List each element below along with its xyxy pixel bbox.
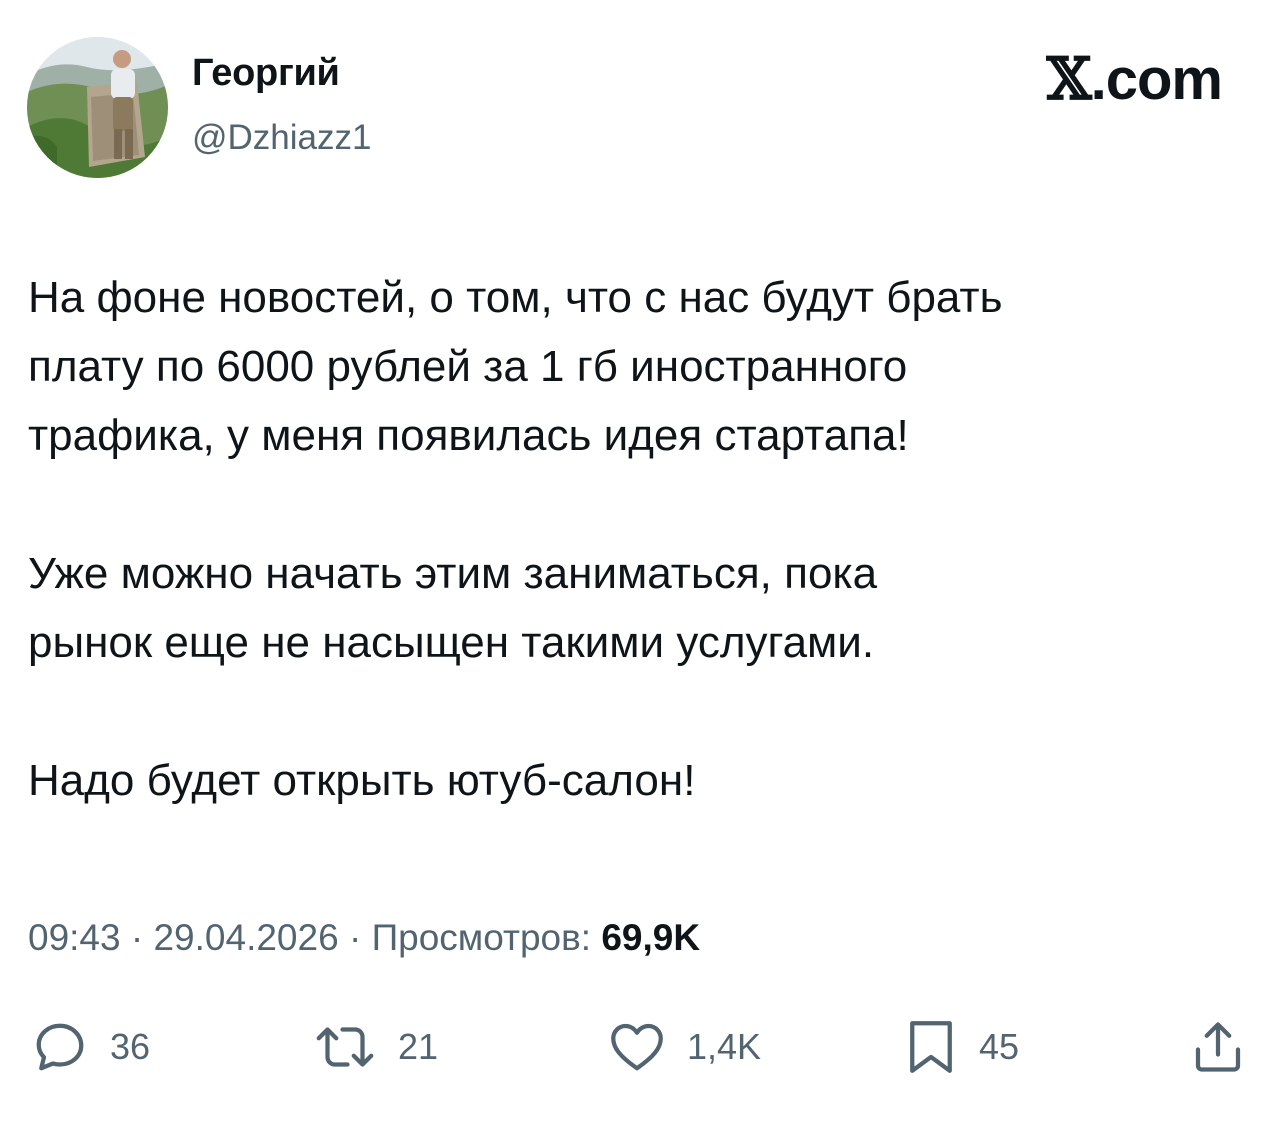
author-display-name[interactable]: Георгий: [192, 52, 340, 95]
tweet-paragraph: На фоне новостей, о том, что с нас будут…: [28, 273, 1003, 460]
reply-button[interactable]: 36: [30, 1017, 150, 1077]
share-icon: [1195, 1022, 1241, 1072]
views-count: 69,9K: [601, 917, 701, 958]
tweet-text: На фоне новостей, о том, что с нас будут…: [28, 263, 1258, 815]
views-label: Просмотров:: [371, 917, 592, 958]
like-button[interactable]: 1,4K: [607, 1017, 761, 1077]
retweet-count: 21: [398, 1026, 439, 1067]
heart-icon: [611, 1023, 663, 1071]
reply-count: 36: [110, 1026, 151, 1067]
bookmark-count: 45: [979, 1026, 1020, 1067]
retweet-button[interactable]: 21: [312, 1017, 438, 1077]
like-count: 1,4K: [687, 1026, 762, 1067]
meta-separator: ·: [120, 917, 154, 958]
tweet-paragraph: Надо будет открыть ютуб-салон!: [28, 756, 696, 805]
tweet-date[interactable]: 29.04.2026: [153, 917, 338, 958]
profile-photo-icon: [27, 37, 168, 178]
bookmark-button[interactable]: 45: [903, 1017, 1019, 1077]
tweet-meta: 09:43 · 29.04.2026 · Просмотров: 69,9K: [28, 917, 700, 959]
author-handle[interactable]: @Dzhiazz1: [192, 118, 371, 158]
share-button[interactable]: [1188, 1017, 1248, 1077]
reply-icon: [36, 1023, 84, 1071]
x-com-logo: 𝕏.com: [1047, 47, 1223, 112]
retweet-icon: [316, 1027, 374, 1067]
brand-domain: .com: [1090, 47, 1223, 112]
x-logo-icon: 𝕏: [1046, 45, 1092, 113]
tweet-paragraph: Уже можно начать этим заниматься, пока р…: [28, 549, 878, 667]
tweet-time[interactable]: 09:43: [28, 917, 121, 958]
meta-separator: ·: [338, 917, 372, 958]
author-avatar[interactable]: [27, 37, 168, 178]
bookmark-icon: [910, 1021, 952, 1073]
